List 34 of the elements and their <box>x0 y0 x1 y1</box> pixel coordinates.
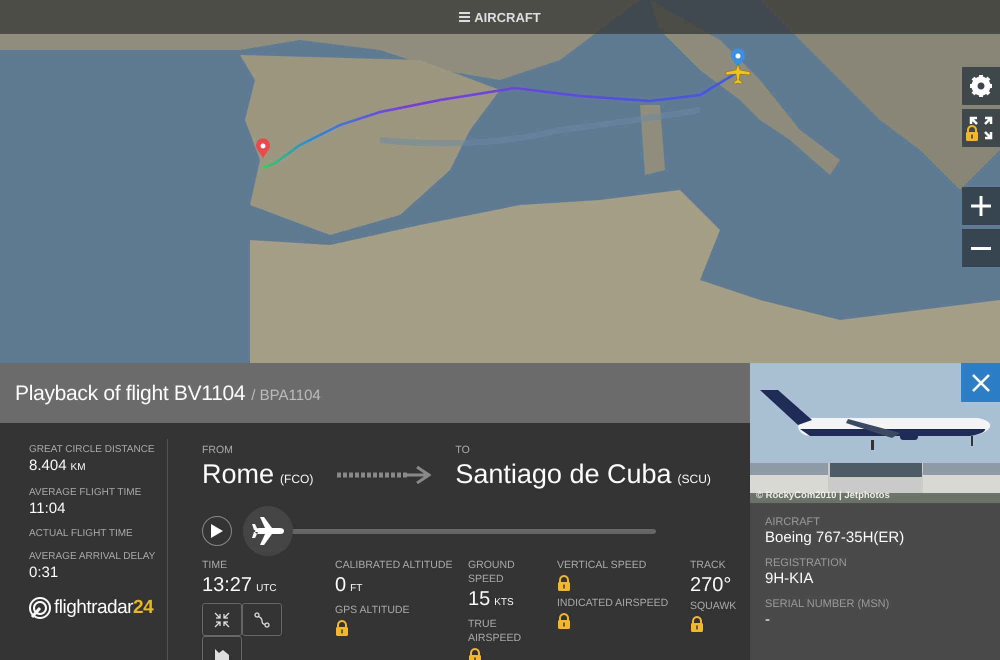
route-label: FROM <box>202 443 234 457</box>
flight-title: Playback of flight BV1104 <box>15 382 246 406</box>
stat-value: 8.404 KM <box>29 457 87 476</box>
data-label: GPS ALTITUDE <box>335 603 410 617</box>
stat-label: AVERAGE ARRIVAL DELAY <box>29 550 156 564</box>
data-value: 270° <box>690 574 732 596</box>
info-label: SERIAL NUMBER (MSN) <box>765 597 890 611</box>
info-value: 9H-KIA <box>765 570 814 588</box>
data-label: TRACK <box>690 558 727 572</box>
airport-city: Rome (FCO) <box>202 458 314 491</box>
stat-label: ACTUAL FLIGHT TIME <box>29 527 134 541</box>
route-label: TO <box>455 443 471 457</box>
info-value: - <box>765 611 771 629</box>
stat-value: 11:04 <box>29 500 66 518</box>
info-label: AIRCRAFT <box>765 515 821 529</box>
data-label: CALIBRATED ALTITUDE <box>335 558 454 572</box>
data-label: TIME <box>202 558 228 572</box>
data-label: VERTICAL SPEED <box>557 558 648 572</box>
data-label: INDICATED AIRSPEED <box>557 596 670 610</box>
data-value: 0 FT <box>335 574 364 598</box>
airport-city: Santiago de Cuba (SCU) <box>455 458 711 491</box>
callsign: / BPA1104 <box>251 387 321 404</box>
flightradar-logo: flightradar24 <box>54 597 154 619</box>
data-label: SQUAWK <box>690 599 738 613</box>
info-label: REGISTRATION <box>765 556 848 570</box>
data-value: 15 KTS <box>468 588 515 612</box>
data-label: TRUE AIRSPEED <box>468 617 522 645</box>
info-value: Boeing 767-35H(ER) <box>765 529 906 547</box>
data-label: GROUND SPEED <box>468 558 516 586</box>
data-value: 13:27 UTC <box>202 574 278 598</box>
stat-label: AVERAGE FLIGHT TIME <box>29 486 142 500</box>
photo-credit: © RockyCom2010 | Jetphotos <box>756 490 890 501</box>
stat-value: 0:31 <box>29 564 60 582</box>
stat-label: GREAT CIRCLE DISTANCE <box>29 443 156 457</box>
